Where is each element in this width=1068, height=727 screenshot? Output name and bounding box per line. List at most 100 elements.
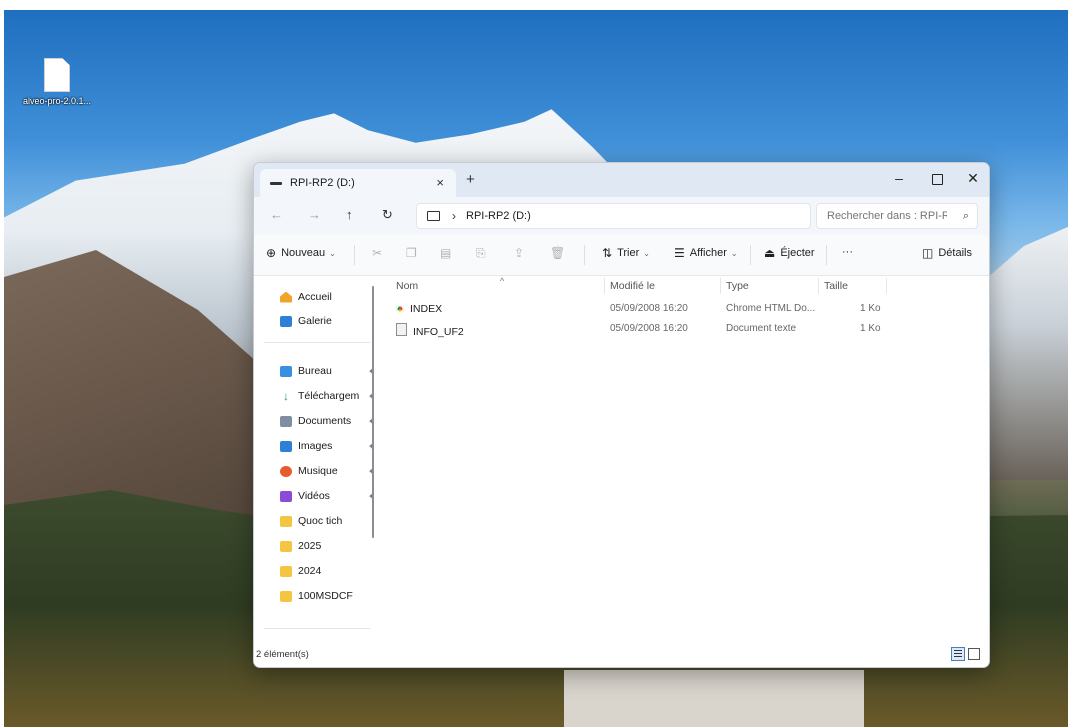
column-header-type[interactable]: Type xyxy=(726,280,749,292)
share-icon: ⇪ xyxy=(514,246,525,260)
sort-label: Trier xyxy=(617,247,640,259)
sidebar-item-label: Vidéos xyxy=(298,490,330,502)
sidebar-item-label: Documents xyxy=(298,415,352,427)
videos-icon xyxy=(280,490,292,502)
sidebar-item-galerie[interactable]: Galerie xyxy=(280,312,332,330)
toolbar-divider xyxy=(354,245,355,265)
sidebar-item-bureau[interactable]: Bureau ✦ xyxy=(280,362,375,380)
table-row[interactable]: INFO_UF2 05/09/2008 16:20 Document texte… xyxy=(376,320,989,340)
rename-icon: ⎘ xyxy=(476,246,486,260)
desktop-file-icon[interactable]: alveo-pro-2.0.1... xyxy=(14,58,100,106)
refresh-button[interactable]: ↻ xyxy=(382,207,393,223)
up-button[interactable]: ↑ xyxy=(346,207,353,222)
new-tab-button[interactable]: + xyxy=(466,171,475,188)
folder-icon xyxy=(280,590,292,602)
tab-close-button[interactable]: × xyxy=(436,175,444,190)
toolbar-divider xyxy=(750,245,751,265)
eject-label: Éjecter xyxy=(780,247,815,259)
sidebar-item-label: 2025 xyxy=(298,540,322,552)
sidebar-item-images[interactable]: Images ✦ xyxy=(280,437,375,455)
tiles-view-button[interactable] xyxy=(968,648,980,660)
sidebar-item-quoc-tich[interactable]: Quoc tich xyxy=(280,512,342,530)
sidebar-item-label: Bureau xyxy=(298,365,332,377)
desktop-icon-label: alveo-pro-2.0.1... xyxy=(22,96,92,106)
view-button[interactable]: ☰ Afficher ⌄ xyxy=(674,246,738,260)
copy-button[interactable]: ❐ xyxy=(406,246,422,260)
desktop-icon xyxy=(280,365,292,377)
column-header-size[interactable]: Taille xyxy=(824,280,848,292)
file-name: INDEX xyxy=(410,303,443,315)
command-bar: ⊕ Nouveau ⌄ ✂ ❐ ▤ ⎘ ⇪ 🗑 ⇅ Trier ⌄ ☰ Affi… xyxy=(254,235,989,276)
share-button[interactable]: ⇪ xyxy=(514,246,529,260)
search-input[interactable] xyxy=(825,209,949,223)
new-button[interactable]: ⊕ Nouveau ⌄ xyxy=(266,246,336,260)
sort-button[interactable]: ⇅ Trier ⌄ xyxy=(602,246,650,260)
sidebar-item-telechargements[interactable]: ↓ Téléchargem ✦ xyxy=(280,387,375,405)
sidebar-item-musique[interactable]: Musique ✦ xyxy=(280,462,375,480)
delete-button[interactable]: 🗑 xyxy=(550,246,570,260)
sidebar-item-label: Musique xyxy=(298,465,338,477)
details-view-button[interactable] xyxy=(951,647,965,661)
status-bar: 2 élément(s) xyxy=(254,643,989,667)
trash-icon: 🗑 xyxy=(550,246,566,260)
sidebar-item-label: 100MSDCF xyxy=(298,590,353,602)
plus-circle-icon: ⊕ xyxy=(266,246,277,260)
eject-button[interactable]: ⏏ Éjecter xyxy=(764,246,815,260)
column-separator[interactable] xyxy=(886,278,887,294)
village xyxy=(564,670,864,727)
column-header-name[interactable]: Nom xyxy=(396,280,418,292)
rename-button[interactable]: ⎘ xyxy=(476,246,491,261)
sidebar-item-label: 2024 xyxy=(298,565,322,577)
chevron-down-icon: ⌄ xyxy=(329,248,336,258)
file-list: ^ Nom Modifié le Type Taille INDEX 05/09… xyxy=(376,276,989,643)
maximize-button[interactable] xyxy=(918,167,956,189)
column-separator[interactable] xyxy=(720,278,721,294)
details-pane-icon: ◫ xyxy=(922,246,934,260)
forward-button[interactable]: → xyxy=(308,207,321,222)
close-button[interactable]: ✕ xyxy=(954,167,989,189)
back-button[interactable]: ← xyxy=(270,207,283,222)
file-name: INFO_UF2 xyxy=(413,326,464,338)
cut-button[interactable]: ✂ xyxy=(372,246,387,260)
sidebar-item-label: Images xyxy=(298,440,333,452)
gallery-icon xyxy=(280,315,292,327)
file-size: 1 Ko xyxy=(860,303,881,314)
breadcrumb-drive[interactable]: RPI-RP2 (D:) xyxy=(466,210,531,222)
sidebar-item-documents[interactable]: Documents ✦ xyxy=(280,412,375,430)
sidebar-scrollbar[interactable] xyxy=(372,286,374,538)
file-size: 1 Ko xyxy=(860,323,881,334)
folder-icon xyxy=(280,540,292,552)
paste-icon: ▤ xyxy=(440,246,452,260)
navigation-pane: Accueil Galerie Bureau ✦ ↓ Téléchargem ✦… xyxy=(254,276,375,643)
view-label: Afficher xyxy=(689,247,727,259)
column-separator[interactable] xyxy=(604,278,605,294)
sidebar-item-2025[interactable]: 2025 xyxy=(280,537,321,555)
search-field[interactable]: ⌕ xyxy=(816,203,978,229)
sidebar-item-2024[interactable]: 2024 xyxy=(280,562,321,580)
breadcrumb-separator: › xyxy=(452,209,456,223)
file-type: Chrome HTML Do... xyxy=(726,303,816,314)
sidebar-item-100msdcf[interactable]: 100MSDCF xyxy=(280,587,353,605)
paste-button[interactable]: ▤ xyxy=(440,246,456,260)
column-separator[interactable] xyxy=(818,278,819,294)
sidebar-divider xyxy=(264,628,370,629)
sidebar-item-videos[interactable]: Vidéos ✦ xyxy=(280,487,375,505)
maximize-icon xyxy=(931,173,943,185)
path-field[interactable]: › RPI-RP2 (D:) xyxy=(416,203,811,229)
sidebar-item-label: Téléchargem xyxy=(298,390,360,402)
chevron-down-icon: ⌄ xyxy=(730,248,738,258)
documents-icon xyxy=(280,415,292,427)
toolbar-divider xyxy=(826,245,827,265)
column-header-modified[interactable]: Modifié le xyxy=(610,280,655,292)
tab-label: RPI-RP2 (D:) xyxy=(290,177,355,189)
sidebar-item-label: Accueil xyxy=(298,291,332,303)
toolbar-divider xyxy=(584,245,585,265)
sidebar-item-accueil[interactable]: Accueil xyxy=(280,288,332,306)
more-options-button[interactable]: ··· xyxy=(842,246,853,258)
search-icon: ⌕ xyxy=(962,209,969,222)
details-button[interactable]: ◫ Détails xyxy=(922,246,972,260)
tab-rpi-rp2[interactable]: RPI-RP2 (D:) × xyxy=(260,169,456,197)
table-row[interactable]: INDEX 05/09/2008 16:20 Chrome HTML Do...… xyxy=(376,300,989,320)
minimize-button[interactable]: – xyxy=(880,167,918,189)
sidebar-item-label: Quoc tich xyxy=(298,515,343,527)
